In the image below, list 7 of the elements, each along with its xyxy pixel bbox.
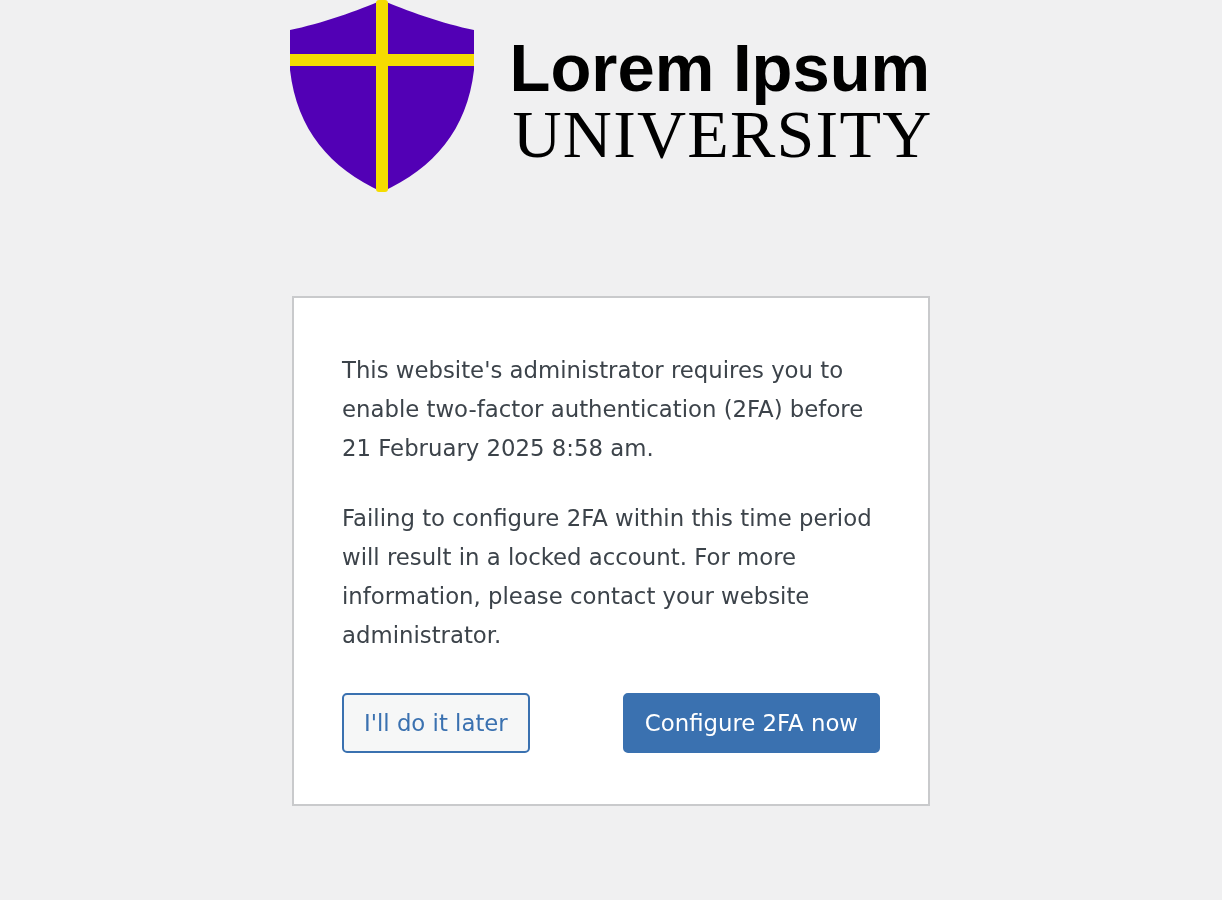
later-button[interactable]: I'll do it later	[342, 693, 530, 753]
configure-button[interactable]: Configure 2FA now	[622, 693, 880, 753]
notice-paragraph: Failing to configure 2FA within this time period will result in a locked account. For more information, please contact your website administrator.	[342, 504, 873, 650]
shield-cross-logo-icon	[289, 0, 474, 192]
university-name: Lorem Ipsum	[509, 31, 932, 105]
notice-paragraph: This website's administrator requires you to enable two-factor authentication (2FA) before 21 February 2025 8:58 am.	[342, 356, 865, 463]
university-subtitle: UNIVERSITY	[512, 105, 933, 163]
